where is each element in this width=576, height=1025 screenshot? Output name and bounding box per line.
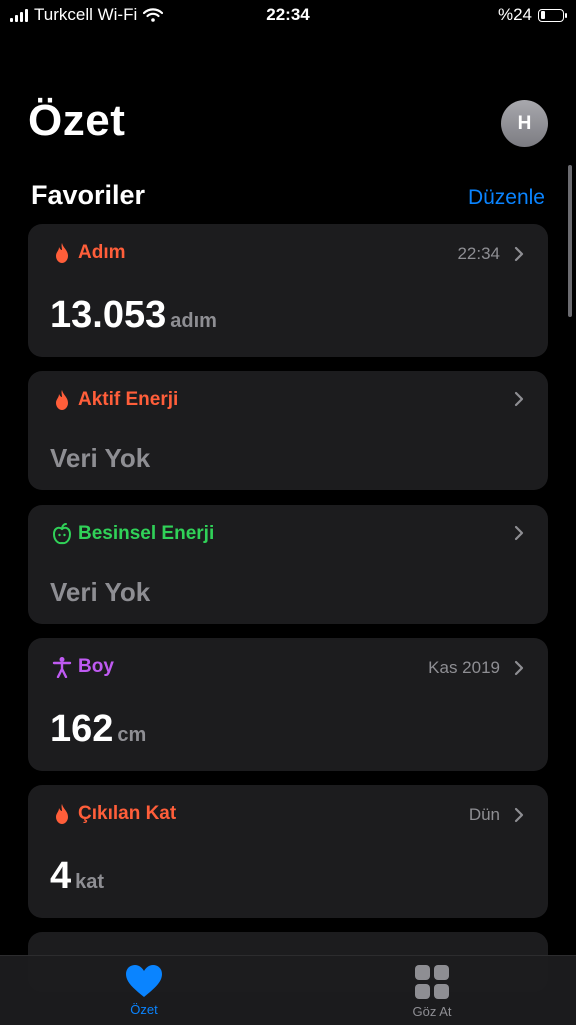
height-date: Kas 2019: [428, 658, 500, 677]
flights-climbed-date: Dün: [468, 805, 500, 824]
dietary-energy-card[interactable]: Besinsel Enerji Veri Yok: [28, 505, 548, 624]
steps-timestamp: 22:34: [457, 244, 500, 263]
dietary-energy-no-data: Veri Yok: [50, 577, 151, 607]
chevron-right-icon: [514, 807, 524, 823]
steps-label: Adım: [78, 242, 126, 263]
flame-icon: [56, 243, 68, 263]
active-energy-label: Aktif Enerji: [78, 389, 179, 410]
status-right: %24: [497, 5, 567, 25]
tab-summary-label: Özet: [130, 1002, 158, 1017]
height-unit: cm: [117, 724, 147, 746]
height-value-row: 162 cm: [50, 708, 146, 751]
grid-icon: [415, 965, 449, 999]
chevron-right-icon: [514, 246, 524, 262]
scroll-indicator[interactable]: [568, 165, 572, 317]
page-title: Özet: [28, 96, 126, 145]
battery-icon: [538, 8, 567, 22]
flights-climbed-meta: Dün: [469, 805, 524, 825]
flights-climbed-card-header: Çıkılan Kat: [52, 803, 176, 825]
chevron-right-icon: [514, 525, 524, 541]
favorites-title: Favoriler: [31, 180, 146, 210]
steps-unit: adım: [170, 310, 217, 332]
heart-icon: [126, 965, 162, 997]
active-energy-card-header: Aktif Enerji: [52, 389, 178, 411]
height-card-header: Boy: [52, 656, 114, 678]
flame-icon: [56, 390, 68, 410]
steps-meta: 22:34: [457, 244, 524, 264]
flame-icon: [56, 804, 68, 824]
status-time: 22:34: [266, 5, 310, 24]
profile-avatar-button[interactable]: H: [501, 100, 548, 147]
dietary-energy-label: Besinsel Enerji: [78, 523, 215, 544]
height-value: 162: [50, 708, 114, 750]
dietary-energy-meta: [514, 525, 524, 541]
dietary-energy-card-header: Besinsel Enerji: [52, 523, 214, 545]
active-energy-card[interactable]: Aktif Enerji Veri Yok: [28, 371, 548, 490]
flights-climbed-value-row: 4 kat: [50, 855, 104, 898]
flights-climbed-label: Çıkılan Kat: [78, 803, 177, 824]
steps-value: 13.053: [50, 294, 167, 336]
flights-climbed-card[interactable]: Çıkılan Kat Dün 4 kat: [28, 785, 548, 918]
steps-value-row: 13.053 adım: [50, 294, 217, 337]
chevron-right-icon: [514, 391, 524, 407]
tab-summary[interactable]: Özet: [84, 964, 204, 1017]
battery-percent: %24: [497, 5, 532, 24]
flights-climbed-unit: kat: [75, 871, 105, 893]
status-bar: Turkcell Wi-Fi 22:34 %24: [0, 0, 576, 30]
person-icon: [52, 657, 72, 678]
steps-card[interactable]: Adım 22:34 13.053 adım: [28, 224, 548, 357]
tab-bar: Özet Göz At: [0, 955, 576, 1025]
tab-browse-label: Göz At: [412, 1004, 452, 1019]
chevron-right-icon: [514, 660, 524, 676]
height-card[interactable]: Boy Kas 2019 162 cm: [28, 638, 548, 771]
steps-card-header: Adım: [52, 242, 126, 264]
apple-icon: [52, 523, 72, 545]
tab-browse[interactable]: Göz At: [372, 964, 492, 1019]
active-energy-meta: [514, 391, 524, 407]
edit-favorites-button[interactable]: Düzenle: [468, 186, 545, 210]
height-meta: Kas 2019: [428, 658, 524, 678]
flights-climbed-value: 4: [50, 855, 72, 897]
height-label: Boy: [78, 656, 114, 677]
active-energy-no-data: Veri Yok: [50, 443, 151, 473]
